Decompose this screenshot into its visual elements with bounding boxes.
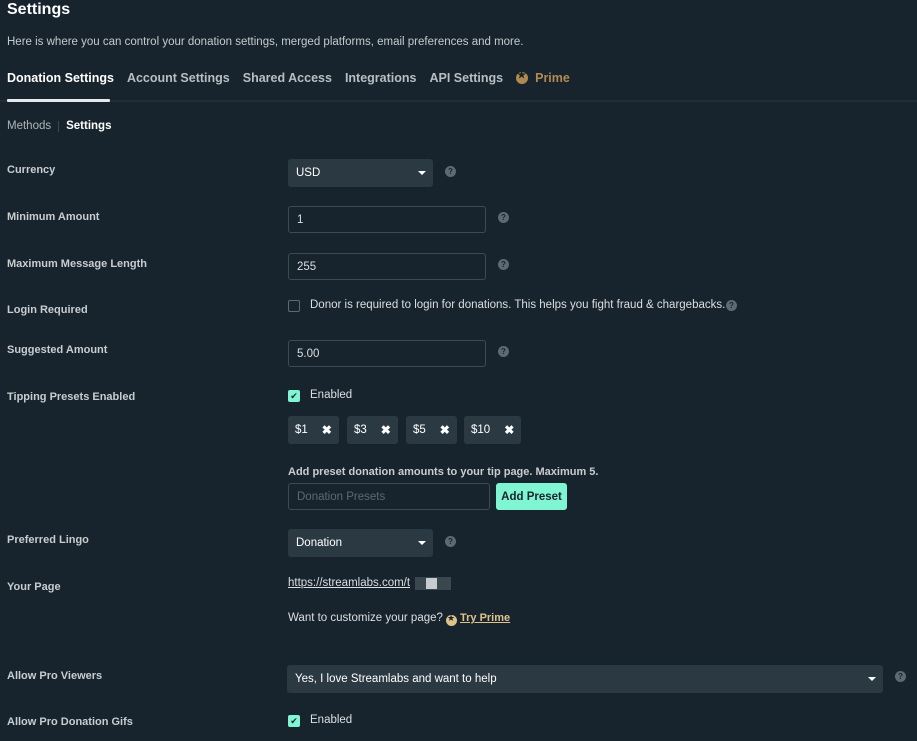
prime-star-icon [516,70,529,84]
tab-prime-label: Prime [535,71,570,85]
redacted-block [426,578,437,589]
subnav-methods[interactable]: Methods [7,120,51,132]
max-message-length-input[interactable] [288,253,486,280]
chevron-down-icon [868,677,876,681]
preset-chip: $3 ✖ [347,416,398,444]
allow-pro-viewers-select[interactable]: Yes, I love Streamlabs and want to help [287,665,883,693]
close-icon[interactable]: ✖ [504,423,514,437]
tab-prime[interactable]: Prime [516,70,570,85]
page-title: Settings [7,1,71,18]
help-icon[interactable]: ? [498,346,509,357]
currency-label: Currency [7,164,56,176]
help-icon[interactable]: ? [498,212,509,223]
preset-chip-label: $10 [471,424,491,436]
close-icon[interactable]: ✖ [381,423,391,437]
chevron-down-icon [418,171,426,175]
prime-star-icon [446,613,457,626]
subnav-separator [58,120,60,132]
minimum-amount-input[interactable] [288,206,486,233]
tabs-divider [0,100,917,102]
tab-shared-access[interactable]: Shared Access [243,71,332,85]
help-icon[interactable]: ? [498,259,509,270]
presets-hint: Add preset donation amounts to your tip … [288,466,599,478]
preferred-lingo-label: Preferred Lingo [7,534,89,546]
donation-presets-input[interactable] [288,483,490,510]
tipping-presets-enabled-text: Enabled [310,389,353,401]
preset-chip: $1 ✖ [288,416,339,444]
customize-page-text: Want to customize your page? [288,612,443,624]
suggested-amount-input[interactable] [288,340,486,367]
help-icon[interactable]: ? [726,300,737,311]
tab-donation-settings[interactable]: Donation Settings [7,71,114,85]
preset-chip-label: $3 [354,424,367,436]
chevron-down-icon [418,541,426,545]
tipping-presets-label: Tipping Presets Enabled [7,391,136,403]
allow-pro-gifs-enabled-text: Enabled [310,714,353,726]
preferred-lingo-value: Donation [296,537,343,549]
allow-pro-gifs-checkbox[interactable] [288,715,300,727]
max-message-length-label: Maximum Message Length [7,258,147,270]
add-preset-button[interactable]: Add Preset [496,483,567,510]
page-url-link[interactable]: https://streamlabs.com/t [288,577,410,589]
currency-value: USD [296,167,321,179]
currency-select[interactable]: USD [288,159,433,187]
close-icon[interactable]: ✖ [440,423,450,437]
help-icon[interactable]: ? [445,166,456,177]
login-required-text: Donor is required to login for donations… [310,299,726,311]
preset-chip-label: $5 [413,424,426,436]
allow-pro-viewers-label: Allow Pro Viewers [7,670,103,682]
login-required-label: Login Required [7,304,88,316]
preferred-lingo-select[interactable]: Donation [288,529,433,557]
suggested-amount-label: Suggested Amount [7,344,108,356]
subnav-settings[interactable]: Settings [66,120,111,132]
tab-account-settings[interactable]: Account Settings [127,71,230,85]
preset-chip: $5 ✖ [406,416,457,444]
close-icon[interactable]: ✖ [322,423,332,437]
help-icon[interactable]: ? [895,671,906,682]
your-page-label: Your Page [7,581,61,593]
login-required-checkbox[interactable] [288,300,300,312]
allow-pro-viewers-value: Yes, I love Streamlabs and want to help [295,673,497,685]
tipping-presets-checkbox[interactable] [288,390,300,402]
preset-chip: $10 ✖ [464,416,522,444]
minimum-amount-label: Minimum Amount [7,211,100,223]
tab-integrations[interactable]: Integrations [345,71,417,85]
page-subtitle: Here is where you can control your donat… [7,36,524,48]
help-icon[interactable]: ? [445,536,456,547]
subnav: Methods Settings [7,120,111,132]
preset-chip-label: $1 [295,424,308,436]
allow-pro-gifs-label: Allow Pro Donation Gifs [7,716,133,728]
try-prime-link[interactable]: Try Prime [460,612,510,624]
tab-api-settings[interactable]: API Settings [429,71,503,85]
settings-tabs: Donation Settings Account Settings Share… [7,70,583,85]
active-tab-indicator [7,99,110,102]
